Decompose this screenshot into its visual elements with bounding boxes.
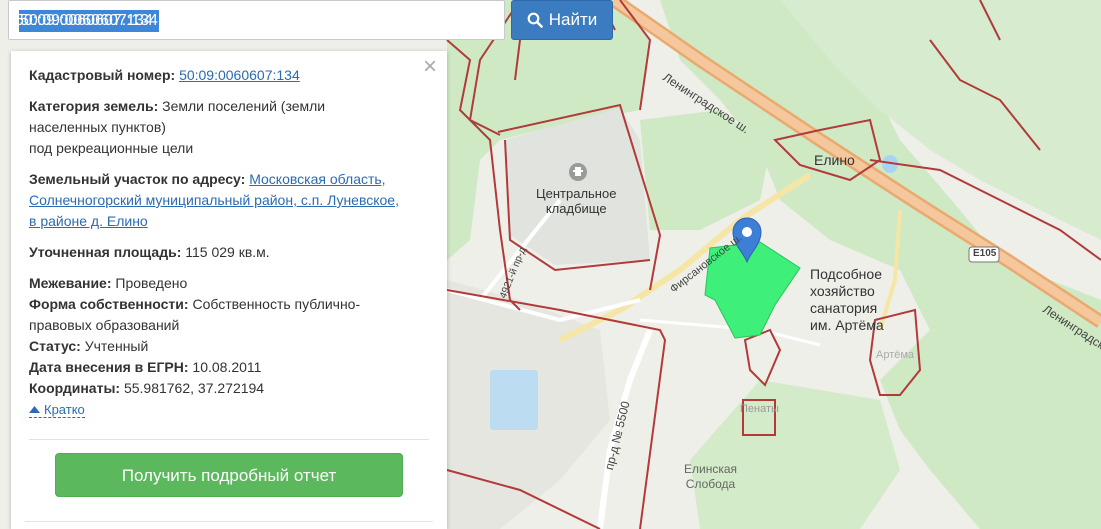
category-row: Категория земель: Земли поселений (земли… <box>29 96 429 159</box>
area-label: Уточненная площадь: <box>29 244 182 260</box>
road-label-e105: E105 <box>973 248 997 259</box>
coords-value: 55.981762, 37.272194 <box>123 380 265 396</box>
search-button[interactable]: Найти <box>511 0 613 40</box>
cadastral-link[interactable]: 50:09:0060607:134 <box>179 67 300 83</box>
get-report-button[interactable]: Получить подробный отчет <box>55 453 403 497</box>
egrn-date-label: Дата внесения в ЕГРН: <box>29 359 189 375</box>
search-button-label: Найти <box>548 10 598 29</box>
ownership-value-2: правовых образований <box>29 317 180 333</box>
farm-label: Подсобное хозяйство санатория им. Артёма <box>810 266 884 333</box>
coords-label: Координаты: <box>29 380 121 396</box>
search-input[interactable] <box>15 8 495 34</box>
address-row: Земельный участок по адресу: Московская … <box>29 169 429 232</box>
info-panel: × Кадастровый номер: 50:09:0060607:134 К… <box>11 51 447 529</box>
collapse-link[interactable]: Кратко <box>29 403 85 418</box>
sloboda-label: Елинская Слобода <box>684 462 738 491</box>
category-value-3: под рекреационные цели <box>29 140 194 156</box>
survey-row: Межевание: Проведено <box>29 273 429 294</box>
address-link-2[interactable]: Солнечногорский муниципальный район, с.п… <box>29 192 399 208</box>
category-value-1: Земли поселений (земли <box>162 98 326 114</box>
area-row: Уточненная площадь: 115 029 кв.м. <box>29 242 429 263</box>
survey-value: Проведено <box>115 275 188 291</box>
cadastral-row: Кадастровый номер: 50:09:0060607:134 <box>29 65 429 86</box>
penaty-label: Пенаты <box>740 403 779 415</box>
cadastral-label: Кадастровый номер: <box>29 67 176 83</box>
category-label: Категория земель: <box>29 98 159 114</box>
divider <box>29 439 429 440</box>
category-value-2: населенных пунктов) <box>29 119 166 135</box>
search-box[interactable]: 50:09:0060607:134 <box>8 0 505 40</box>
ownership-row: Форма собственности: Собственность публи… <box>29 294 429 336</box>
survey-label: Межевание: <box>29 275 112 291</box>
close-icon[interactable]: × <box>423 55 437 79</box>
ownership-label: Форма собственности: <box>29 296 189 312</box>
status-value: Учтенный <box>84 338 149 354</box>
status-row: Статус: Учтенный <box>29 336 429 357</box>
area-value: 115 029 кв.м. <box>185 244 270 260</box>
cemetery-label: Центральное кладбище <box>536 186 617 216</box>
triangle-up-icon <box>29 406 40 413</box>
divider <box>25 521 433 522</box>
egrn-date-value: 10.08.2011 <box>192 359 262 375</box>
coords-row: Координаты: 55.981762, 37.272194 <box>29 378 429 399</box>
cemetery-icon <box>569 163 587 181</box>
status-label: Статус: <box>29 338 81 354</box>
artema-label: Артёма <box>876 349 915 361</box>
address-link-1[interactable]: Московская область, <box>249 171 385 187</box>
ownership-value-1: Собственность публично- <box>192 296 361 312</box>
collapse-label: Кратко <box>44 402 85 417</box>
egrn-date-row: Дата внесения в ЕГРН: 10.08.2011 <box>29 357 429 378</box>
address-label: Земельный участок по адресу: <box>29 171 246 187</box>
search-icon <box>527 12 543 28</box>
address-link-3[interactable]: в районе д. Елино <box>29 213 148 229</box>
water-ponds <box>490 370 538 430</box>
elino-label: Елино <box>814 152 855 168</box>
